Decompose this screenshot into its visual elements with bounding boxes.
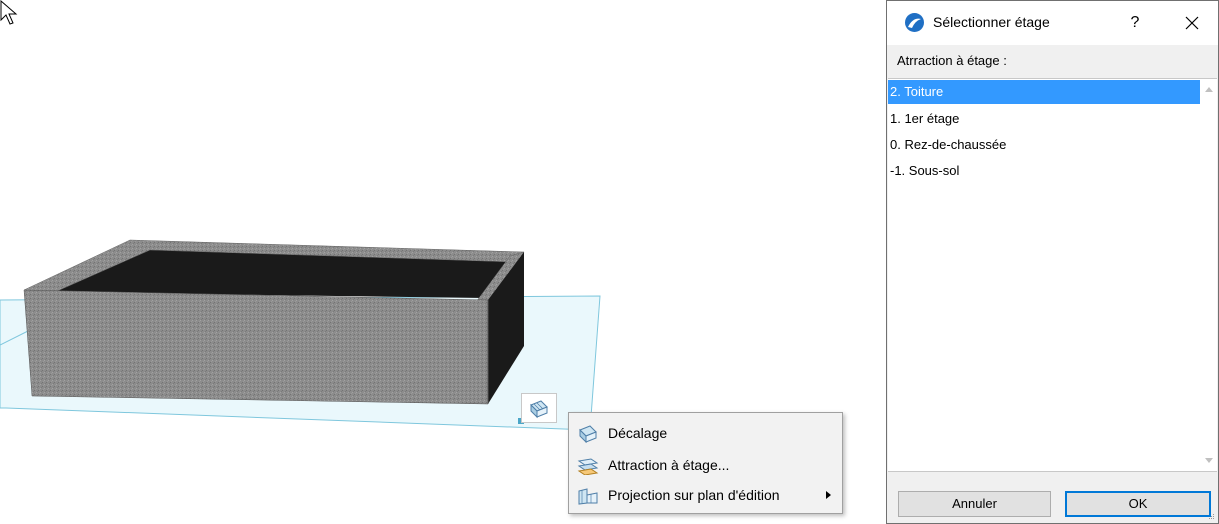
- offset-grid-icon: [530, 400, 548, 419]
- story-list-item[interactable]: 0. Rez-de-chaussée: [888, 133, 1200, 157]
- story-list-item[interactable]: 2. Toiture: [888, 80, 1200, 104]
- offset-icon: [579, 425, 597, 443]
- 3d-viewport[interactable]: Décalage Attraction à étage... Projectio…: [0, 0, 880, 524]
- list-scrollbar[interactable]: [1201, 79, 1217, 471]
- story-list-item[interactable]: -1. Sous-sol: [888, 159, 1200, 183]
- select-story-dialog: Sélectionner étage ? Atrraction à étage …: [886, 0, 1219, 524]
- dialog-title: Sélectionner étage: [933, 14, 1050, 30]
- dialog-titlebar[interactable]: Sélectionner étage ?: [887, 1, 1218, 45]
- archicad-logo-icon: [905, 13, 924, 32]
- resize-grip-icon[interactable]: [1207, 512, 1215, 520]
- pet-palette-button[interactable]: [521, 393, 557, 423]
- snap-to-story-icon: [577, 458, 599, 475]
- wall-front: [23, 289, 489, 405]
- close-button[interactable]: [1177, 8, 1207, 38]
- menu-item-snap-to-story[interactable]: Attraction à étage...: [570, 453, 841, 479]
- help-button[interactable]: ?: [1120, 8, 1150, 38]
- mouse-cursor-icon: [0, 0, 18, 25]
- story-list: 2. Toiture 1. 1er étage 0. Rez-de-chauss…: [888, 78, 1217, 472]
- scroll-down-icon[interactable]: [1205, 458, 1213, 463]
- snap-to-story-label: Atrraction à étage :: [897, 53, 1007, 68]
- context-menu: Décalage Attraction à étage... Projectio…: [568, 412, 843, 514]
- close-icon: [1185, 16, 1199, 30]
- menu-item-label: Attraction à étage...: [608, 457, 730, 473]
- cancel-button[interactable]: Annuler: [898, 491, 1051, 517]
- submenu-arrow-icon: [826, 491, 831, 499]
- menu-item-label: Projection sur plan d'édition: [608, 487, 780, 503]
- menu-item-projection[interactable]: Projection sur plan d'édition: [570, 483, 841, 509]
- menu-item-label: Décalage: [608, 425, 668, 441]
- ok-button[interactable]: OK: [1065, 491, 1211, 517]
- projection-icon: [578, 488, 598, 505]
- story-list-item[interactable]: 1. 1er étage: [888, 107, 1200, 131]
- scroll-up-icon[interactable]: [1205, 87, 1213, 92]
- menu-item-offset[interactable]: Décalage: [570, 421, 841, 447]
